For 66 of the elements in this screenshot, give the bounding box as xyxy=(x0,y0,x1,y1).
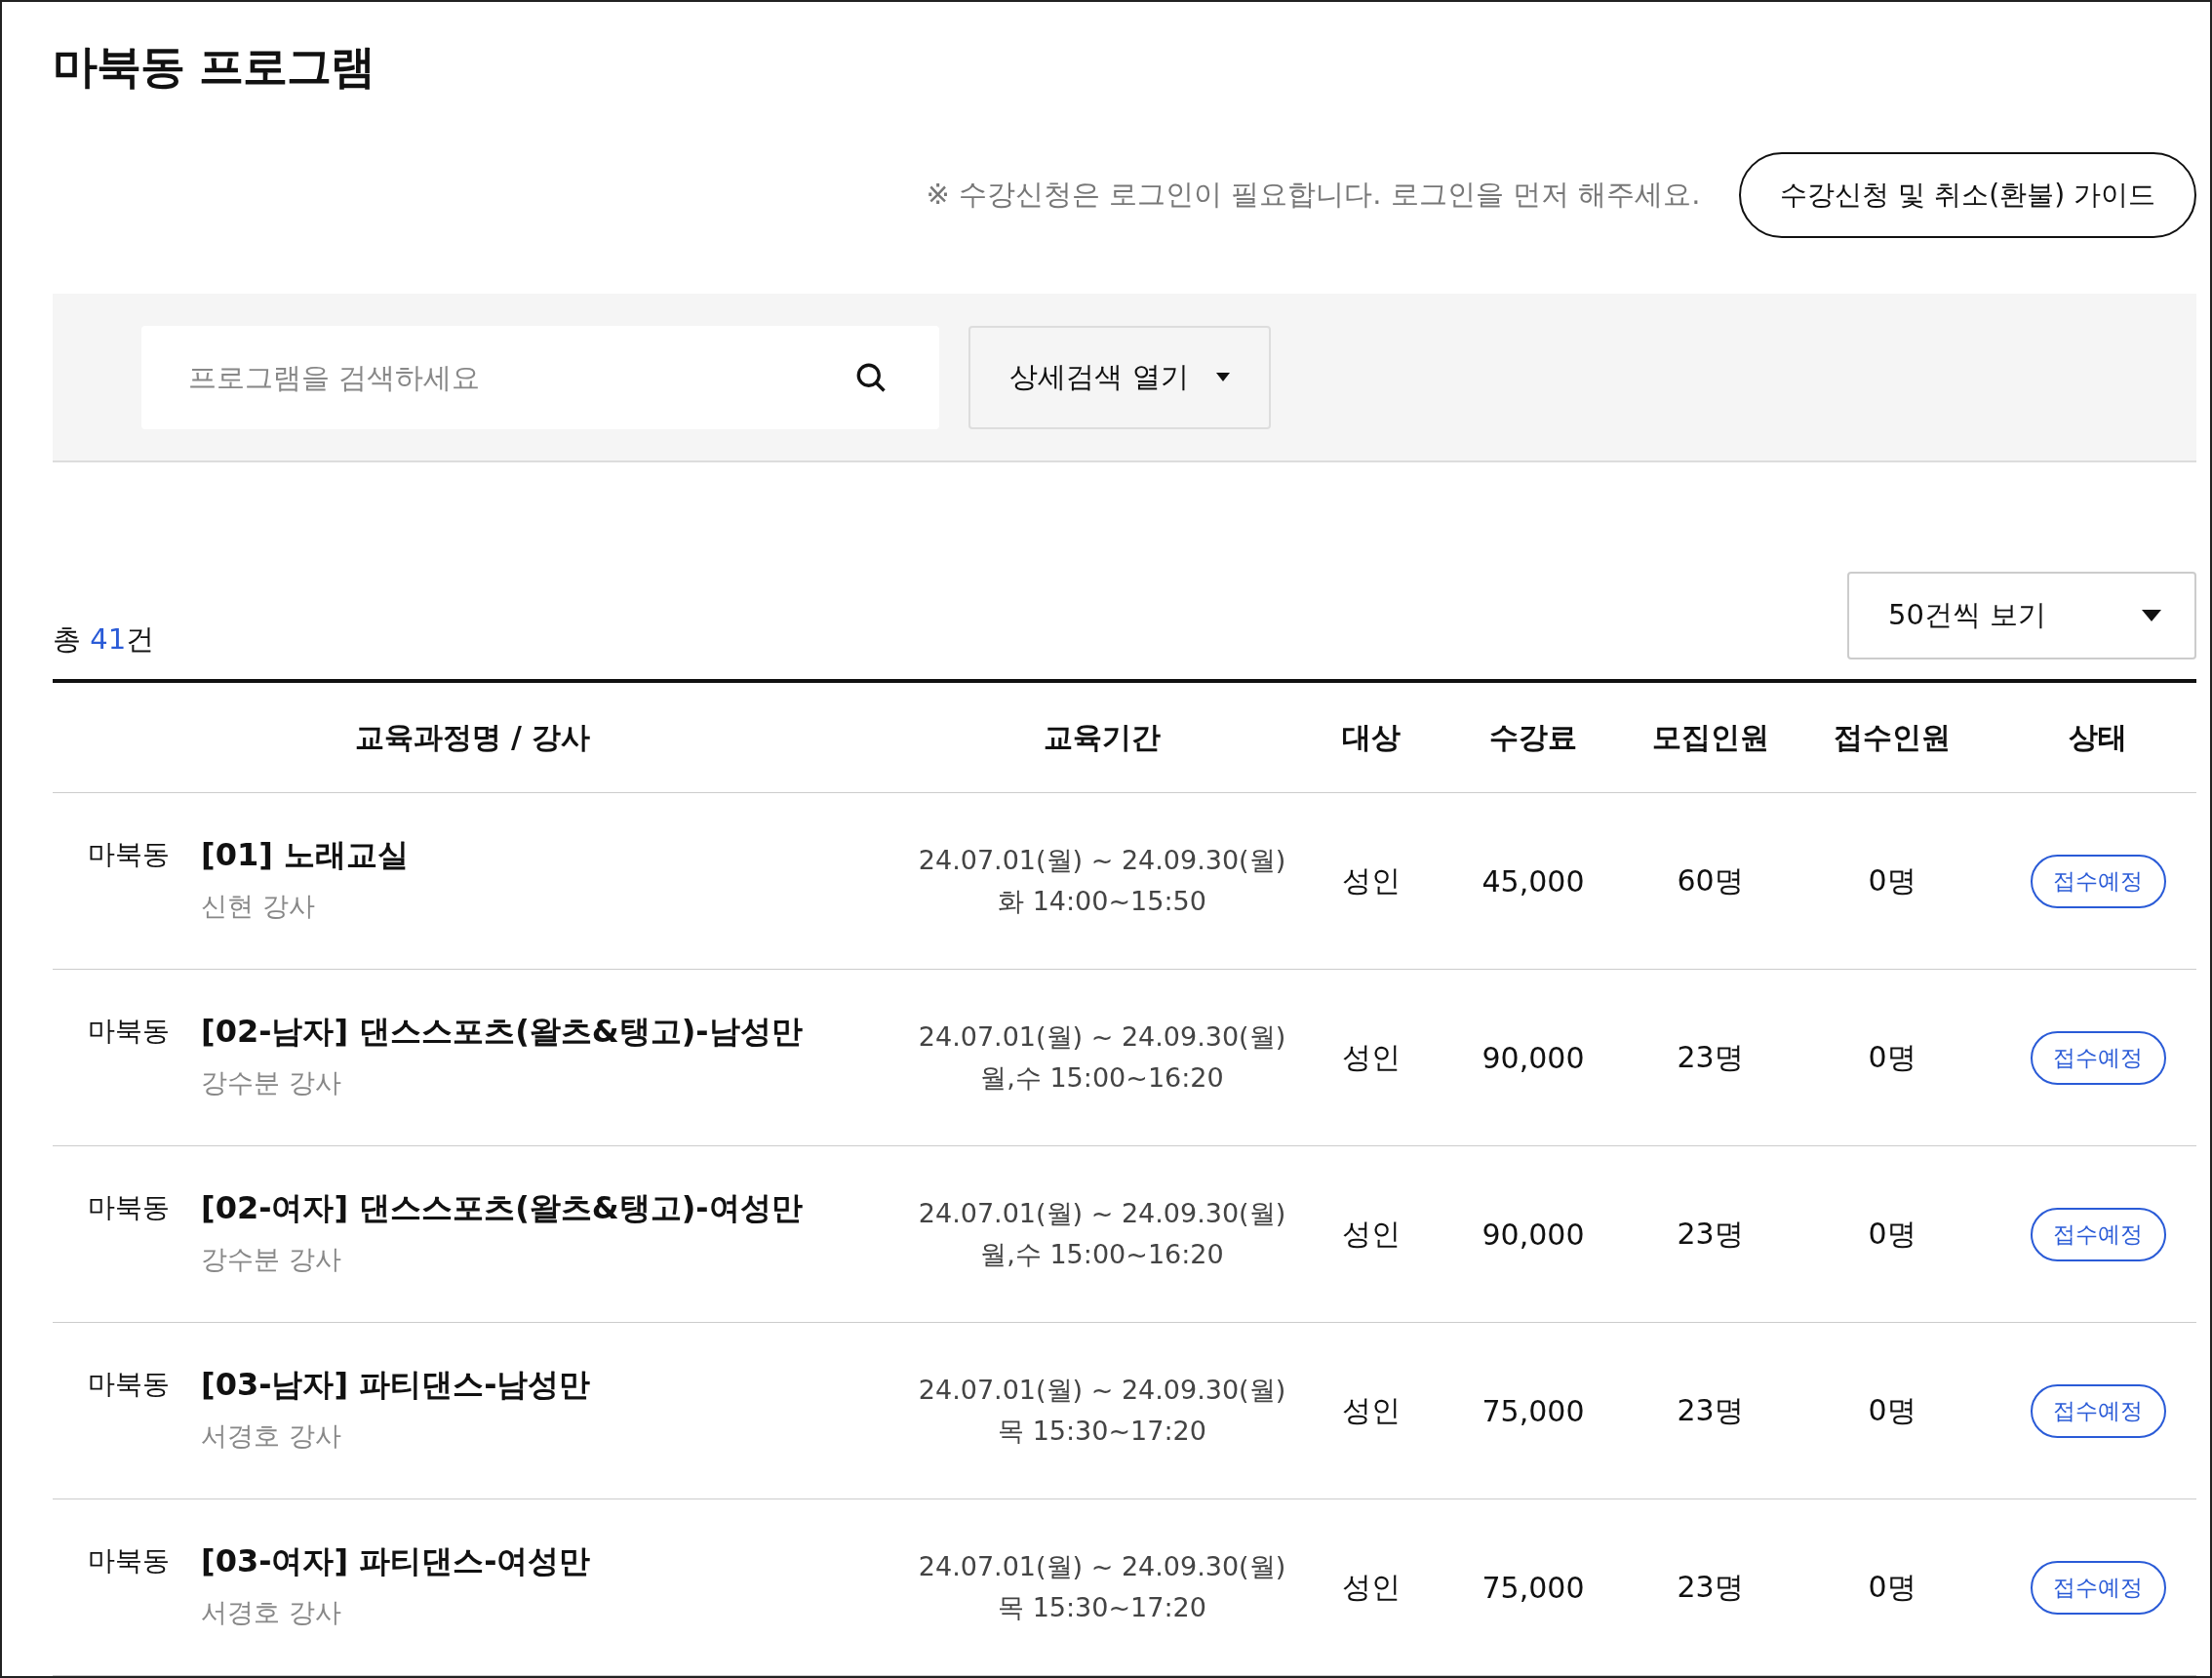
applied-cell-text: 0명 xyxy=(1867,1391,1917,1429)
target-cell-text: 성인 xyxy=(1341,1568,1402,1606)
capacity-cell-text: 23명 xyxy=(1676,1038,1745,1076)
status-badge: 접수예정 xyxy=(2030,1030,2166,1085)
location-label: 마북동 xyxy=(88,1190,170,1225)
column-header: 수강료 xyxy=(1488,718,1578,756)
target-cell-text: 성인 xyxy=(1341,1038,1402,1076)
instructor-name: 서경호 강사 xyxy=(201,1596,342,1629)
course-title[interactable]: [03-여자] 파티댄스-여성만 xyxy=(201,1540,591,1583)
applied-cell-text: 0명 xyxy=(1867,861,1917,899)
period-dates: 24.07.01(월) ~ 24.09.30(월) xyxy=(918,1020,1286,1054)
applied-cell-text: 0명 xyxy=(1867,1568,1917,1606)
schedule-time: 화 14:00~15:50 xyxy=(998,885,1206,918)
fee-cell-text: 90,000 xyxy=(1481,1217,1586,1252)
applied-cell-text: 0명 xyxy=(1867,1215,1917,1253)
course-title[interactable]: [02-남자] 댄스스포츠(왈츠&탱고)-남성만 xyxy=(201,1011,803,1054)
caret-icon xyxy=(2142,609,2161,622)
caret-icon xyxy=(1215,372,1230,382)
page-size-select[interactable]: 50건씩 보기 xyxy=(1847,572,2196,660)
schedule-time: 월,수 15:00~16:20 xyxy=(980,1238,1224,1271)
fee-cell-text: 75,000 xyxy=(1481,1393,1586,1428)
status-badge: 접수예정 xyxy=(2030,1560,2166,1615)
column-header: 교육기간 xyxy=(1043,718,1162,756)
period-dates: 24.07.01(월) ~ 24.09.30(월) xyxy=(918,844,1286,877)
target-cell-text: 성인 xyxy=(1341,861,1402,899)
location-label: 마북동 xyxy=(88,1014,170,1049)
instructor-name: 신현 강사 xyxy=(201,890,316,923)
course-title[interactable]: [01] 노래교실 xyxy=(201,834,409,877)
target-cell-text: 성인 xyxy=(1341,1391,1402,1429)
course-title[interactable]: [02-여자] 댄스스포츠(왈츠&탱고)-여성만 xyxy=(201,1187,803,1230)
period-dates: 24.07.01(월) ~ 24.09.30(월) xyxy=(918,1374,1286,1407)
location-label: 마북동 xyxy=(88,1543,170,1578)
status-badge: 접수예정 xyxy=(2030,1383,2166,1438)
search-field[interactable]: 프로그램을 검색하세요 xyxy=(141,325,939,429)
target-cell-text: 성인 xyxy=(1341,1215,1402,1253)
location-label: 마북동 xyxy=(88,1367,170,1402)
column-header: 모집인원 xyxy=(1650,718,1770,756)
capacity-cell-text: 23명 xyxy=(1676,1215,1745,1253)
schedule-time: 목 15:30~17:20 xyxy=(998,1591,1206,1624)
instructor-name: 서경호 강사 xyxy=(201,1419,342,1453)
capacity-cell-text: 23명 xyxy=(1676,1568,1745,1606)
fee-cell-text: 45,000 xyxy=(1481,863,1586,899)
schedule-time: 목 15:30~17:20 xyxy=(998,1415,1206,1448)
course-title[interactable]: [03-남자] 파티댄스-남성만 xyxy=(201,1364,591,1407)
applied-cell-text: 0명 xyxy=(1867,1038,1917,1076)
column-header: 대상 xyxy=(1341,718,1402,756)
page-title: 마북동 프로그램 xyxy=(53,39,375,95)
period-dates: 24.07.01(월) ~ 24.09.30(월) xyxy=(918,1550,1286,1583)
detail-search-button[interactable]: 상세검색 열기 xyxy=(968,325,1271,429)
capacity-cell-text: 60명 xyxy=(1676,861,1745,899)
instructor-name: 강수분 강사 xyxy=(201,1066,342,1099)
location-label: 마북동 xyxy=(88,837,170,872)
status-badge: 접수예정 xyxy=(2030,854,2166,908)
column-header: 상태 xyxy=(2068,718,2128,756)
login-notice: ※ 수강신청은 로그인이 필요합니다. 로그인을 먼저 해주세요. xyxy=(926,177,1701,213)
total-count: 총 41건 xyxy=(53,621,155,659)
instructor-name: 강수분 강사 xyxy=(201,1243,342,1276)
schedule-time: 월,수 15:00~16:20 xyxy=(980,1061,1224,1095)
capacity-cell-text: 23명 xyxy=(1676,1391,1745,1429)
fee-cell-text: 75,000 xyxy=(1481,1570,1586,1605)
status-badge: 접수예정 xyxy=(2030,1207,2166,1261)
guide-button[interactable]: 수강신청 및 취소(환불) 가이드 xyxy=(1739,152,2196,238)
column-header: 접수인원 xyxy=(1833,718,1952,756)
column-header: 교육과정명 / 강사 xyxy=(353,718,592,756)
period-dates: 24.07.01(월) ~ 24.09.30(월) xyxy=(918,1197,1286,1230)
fee-cell-text: 90,000 xyxy=(1481,1040,1586,1075)
